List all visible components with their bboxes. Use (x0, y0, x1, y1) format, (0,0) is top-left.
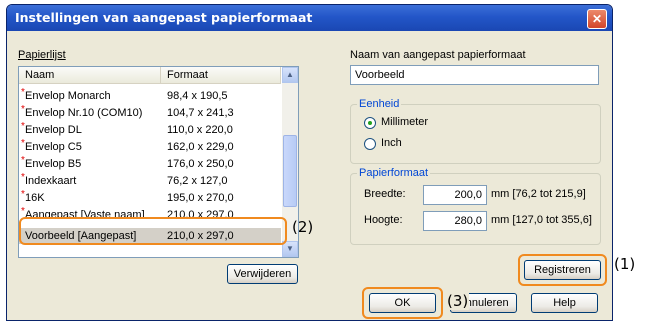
list-item-name: Envelop Nr.10 (COM10) (25, 107, 143, 119)
help-button[interactable]: Help (531, 293, 598, 313)
scroll-thumb[interactable] (283, 135, 297, 207)
custom-name-label: Naam van aangepast papierformaat (350, 49, 526, 61)
unit-label: Eenheid (357, 98, 402, 110)
list-item-size: 210,0 x 297,0 (167, 209, 234, 217)
column-header-name[interactable]: Naam (19, 67, 161, 84)
list-item[interactable]: * Envelop DL 110,0 x 220,0 (19, 121, 281, 138)
list-item-size: 195,0 x 270,0 (167, 192, 234, 204)
close-icon[interactable]: ✕ (587, 9, 607, 29)
custom-name-field[interactable]: Voorbeeld (350, 65, 599, 85)
callout-2: (2) (292, 218, 314, 236)
radio-inch[interactable] (364, 138, 376, 150)
list-item-size: 110,0 x 220,0 (167, 124, 233, 136)
callout-3: (3) (446, 292, 470, 310)
height-label: Hoogte: (364, 214, 403, 226)
list-item[interactable]: * Indexkaart 76,2 x 127,0 (19, 172, 281, 189)
list-item-name: Envelop C5 (25, 141, 82, 153)
width-range: mm [76,2 tot 215,9] (491, 188, 586, 200)
list-item[interactable]: * Envelop C5 162,0 x 229,0 (19, 138, 281, 155)
list-item-size: 104,7 x 241,3 (167, 107, 234, 119)
list-item-name: 16K (25, 192, 45, 204)
list-item[interactable]: * Envelop Nr.10 (COM10) 104,7 x 241,3 (19, 104, 281, 121)
unit-group: Eenheid Millimeter Inch (350, 98, 601, 164)
callout-1: (1) (614, 255, 636, 273)
highlight-selected-row (19, 217, 287, 245)
list-item[interactable]: * Aangepast [Vaste naam] 210,0 x 297,0 (19, 207, 281, 217)
highlight-ok (362, 287, 443, 319)
paper-size-group: Papierformaat Breedte: 200,0 mm [76,2 to… (350, 167, 601, 245)
dialog-title: Instellingen van aangepast papierformaat (7, 5, 612, 31)
list-item[interactable]: * Envelop Monarch 98,4 x 190,5 (19, 87, 281, 104)
list-item-name: Indexkaart (25, 175, 77, 187)
list-item-size: 176,0 x 250,0 (167, 158, 234, 170)
height-range: mm [127,0 tot 355,6] (491, 214, 592, 226)
height-field[interactable]: 280,0 (423, 211, 487, 231)
list-item-name: Envelop B5 (25, 158, 82, 170)
list-item-name: Envelop DL (25, 124, 82, 136)
paper-size-label: Papierformaat (357, 167, 431, 179)
list-item-size: 76,2 x 127,0 (167, 175, 228, 187)
list-item[interactable]: * 16K 195,0 x 270,0 (19, 189, 281, 206)
list-item-size: 162,0 x 229,0 (167, 141, 234, 153)
delete-button[interactable]: Verwijderen (227, 264, 298, 284)
list-item[interactable]: * Envelop B5 176,0 x 250,0 (19, 155, 281, 172)
radio-inch-label: Inch (381, 137, 402, 149)
highlight-register (518, 254, 607, 286)
radio-millimeter-label: Millimeter (381, 116, 429, 128)
radio-millimeter[interactable] (364, 117, 376, 129)
paper-list-label: Papierlijst (18, 49, 66, 61)
width-label: Breedte: (364, 188, 406, 200)
width-field[interactable]: 200,0 (423, 185, 487, 205)
list-item-size: 98,4 x 190,5 (167, 90, 228, 102)
column-header-size[interactable]: Formaat (161, 67, 281, 84)
custom-paper-size-dialog: Instellingen van aangepast papierformaat… (6, 4, 613, 321)
scroll-up-icon[interactable]: ▲ (282, 67, 298, 83)
list-item-name: Aangepast [Vaste naam] (25, 209, 145, 217)
list-item-name: Envelop Monarch (25, 90, 111, 102)
